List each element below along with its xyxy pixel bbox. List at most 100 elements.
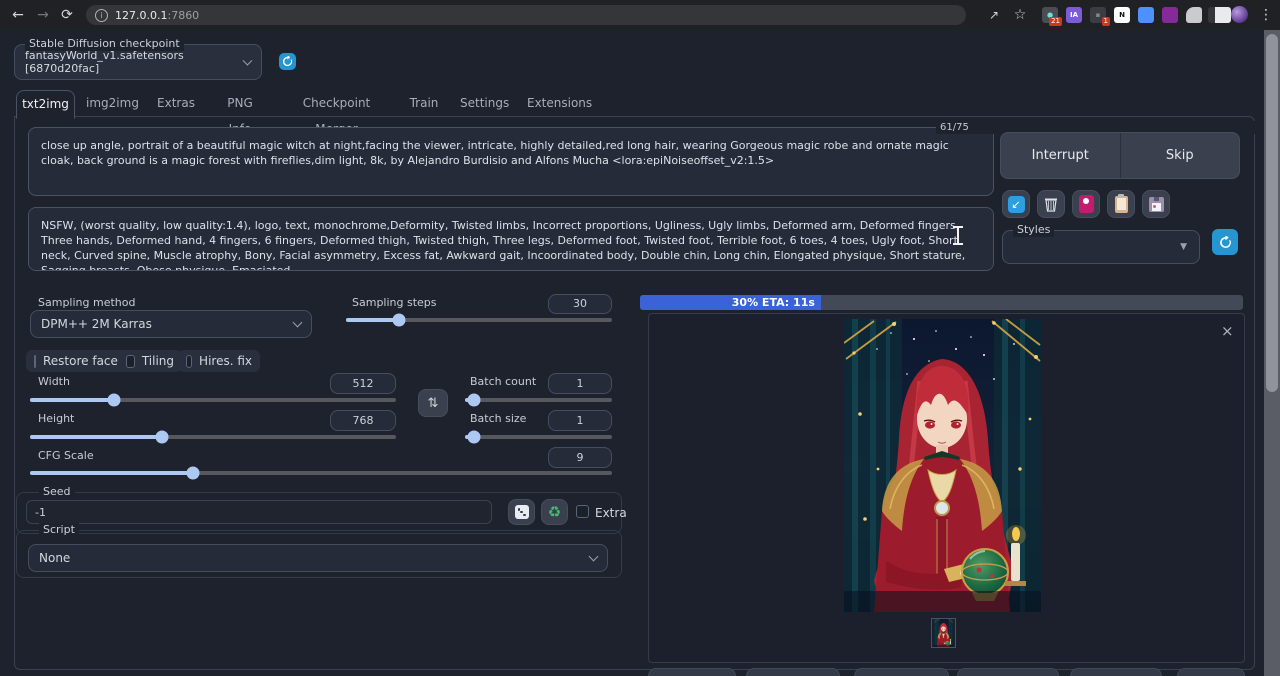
slider-handle[interactable] — [467, 394, 480, 407]
slider-handle[interactable] — [393, 314, 406, 327]
progress-text: 30% ETA: 11s — [732, 296, 821, 309]
batch-count-label: Batch count — [470, 375, 536, 388]
checkpoint-value: fantasyWorld_v1.safetensors [6870d20fac] — [25, 49, 244, 75]
paste-params-button[interactable]: ↙ — [1002, 190, 1030, 218]
browser-reload-icon[interactable]: ⟳ — [57, 0, 77, 30]
width-input[interactable]: 512 — [330, 373, 396, 394]
styles-refresh-button[interactable] — [1212, 229, 1238, 255]
seed-input[interactable] — [26, 500, 492, 524]
extension-badge: 1 — [1102, 17, 1110, 26]
sampling-method-value: DPM++ 2M Karras — [41, 317, 152, 331]
browser-forward-icon[interactable]: → — [33, 0, 53, 30]
scrollbar-thumb[interactable] — [1266, 34, 1278, 392]
sampling-method-dropdown[interactable]: DPM++ 2M Karras — [30, 310, 312, 338]
browser-menu-icon[interactable]: ⋮ — [1256, 0, 1276, 30]
sidepanel-icon[interactable] — [1208, 7, 1231, 23]
extension-icon-notion[interactable]: N — [1114, 7, 1130, 23]
height-slider[interactable] — [30, 431, 396, 443]
styles-label: Styles — [1013, 223, 1054, 237]
extension-icon-4[interactable] — [1162, 7, 1178, 23]
slider-handle[interactable] — [186, 467, 199, 480]
styles-dropdown[interactable]: Styles ▼ — [1002, 230, 1200, 264]
bookmark-star-icon[interactable]: ☆ — [1010, 0, 1030, 30]
browser-toolbar: ← → ⟳ i 127.0.0.1 :7860 ↗ ☆ ● 21 IA ▪ 1 … — [0, 0, 1280, 30]
checkpoint-dropdown[interactable]: Stable Diffusion checkpoint fantasyWorld… — [14, 44, 262, 80]
profile-avatar[interactable] — [1231, 6, 1248, 23]
slider-handle[interactable] — [155, 431, 168, 444]
height-label: Height — [38, 412, 74, 425]
address-bar[interactable]: i 127.0.0.1 :7860 — [86, 5, 966, 25]
gallery-action-button-3[interactable] — [854, 668, 949, 676]
cfg-scale-slider[interactable] — [30, 467, 612, 479]
batch-count-input[interactable]: 1 — [548, 373, 612, 394]
width-slider[interactable] — [30, 394, 396, 406]
checkpoint-refresh-button[interactable] — [279, 53, 296, 70]
generated-image[interactable] — [844, 319, 1041, 612]
tab-train[interactable]: Train — [408, 90, 440, 116]
close-preview-icon[interactable]: × — [1221, 324, 1234, 339]
sampling-steps-input[interactable]: 30 — [548, 294, 612, 314]
negative-prompt-input[interactable]: NSFW, (worst quality, low quality:1.4), … — [28, 207, 994, 271]
extension-icon-1[interactable]: ● 21 — [1042, 7, 1058, 23]
extension-badge: 21 — [1049, 17, 1062, 26]
tab-txt2img[interactable]: txt2img — [16, 90, 75, 119]
extra-networks-button[interactable] — [1072, 190, 1100, 218]
clipboard-icon — [1115, 196, 1128, 213]
save-style-button[interactable] — [1142, 190, 1170, 218]
height-input[interactable]: 768 — [330, 410, 396, 431]
gallery-thumbnail[interactable] — [931, 618, 956, 648]
prompt-input[interactable]: close up angle, portrait of a beautiful … — [28, 127, 994, 196]
script-label: Script — [39, 523, 79, 537]
batch-count-slider[interactable] — [465, 394, 612, 406]
site-info-icon[interactable]: i — [95, 9, 108, 22]
tab-extensions[interactable]: Extensions — [527, 90, 588, 116]
gallery-action-button-5[interactable] — [1070, 668, 1162, 676]
interrupt-button[interactable]: Interrupt — [1001, 148, 1120, 163]
width-label: Width — [38, 375, 70, 388]
tab-img2img[interactable]: img2img — [85, 90, 140, 116]
checkpoint-label: Stable Diffusion checkpoint — [25, 37, 184, 51]
browser-back-icon[interactable]: ← — [8, 0, 28, 30]
url-host: 127.0.0.1 — [115, 9, 167, 22]
slider-handle[interactable] — [108, 394, 121, 407]
tiling-checkbox[interactable] — [126, 355, 135, 368]
batch-size-slider[interactable] — [465, 431, 612, 443]
extension-icon-2[interactable]: ▪ 1 — [1090, 7, 1106, 23]
progress-fill: 30% ETA: 11s — [640, 295, 821, 310]
tab-extras[interactable]: Extras — [155, 90, 197, 116]
refresh-icon — [1219, 236, 1232, 249]
tiling-checkbox-row[interactable]: Tiling — [118, 350, 182, 372]
swap-dimensions-button[interactable]: ⇅ — [418, 389, 448, 417]
page-scrollbar[interactable] — [1264, 30, 1280, 676]
extra-seed-checkbox[interactable] — [576, 505, 589, 518]
extensions-puzzle-icon[interactable] — [1186, 7, 1202, 23]
hires-fix-checkbox[interactable] — [186, 355, 192, 368]
cfg-scale-input[interactable]: 9 — [548, 447, 612, 468]
share-icon[interactable]: ↗ — [984, 0, 1004, 30]
tab-settings[interactable]: Settings — [460, 90, 506, 116]
hires-fix-checkbox-row[interactable]: Hires. fix — [178, 350, 260, 372]
slider-handle[interactable] — [467, 431, 480, 444]
apply-styles-button[interactable] — [1107, 190, 1135, 218]
extension-icon-3[interactable] — [1138, 7, 1154, 23]
gallery-action-button-4[interactable] — [957, 668, 1059, 676]
card-icon — [1079, 195, 1094, 213]
restore-faces-checkbox[interactable] — [34, 355, 36, 368]
script-dropdown[interactable]: None — [28, 544, 608, 572]
skip-button[interactable]: Skip — [1121, 148, 1240, 163]
restore-faces-checkbox-row[interactable]: Restore faces — [26, 350, 130, 372]
text-cursor — [951, 224, 964, 246]
sampling-steps-slider[interactable] — [346, 314, 612, 326]
output-gallery: × — [648, 313, 1245, 663]
extension-icon-ia[interactable]: IA — [1066, 7, 1082, 23]
random-seed-button[interactable] — [508, 499, 535, 525]
chevron-down-icon — [589, 552, 599, 562]
seed-label: Seed — [39, 485, 75, 499]
dice-icon — [515, 505, 529, 519]
gallery-action-button-6[interactable] — [1177, 668, 1245, 676]
clear-prompt-button[interactable] — [1037, 190, 1065, 218]
gallery-action-button-2[interactable] — [746, 668, 840, 676]
gallery-action-button-1[interactable] — [648, 668, 736, 676]
batch-size-input[interactable]: 1 — [548, 410, 612, 431]
reuse-seed-button[interactable]: ♻ — [541, 499, 568, 525]
